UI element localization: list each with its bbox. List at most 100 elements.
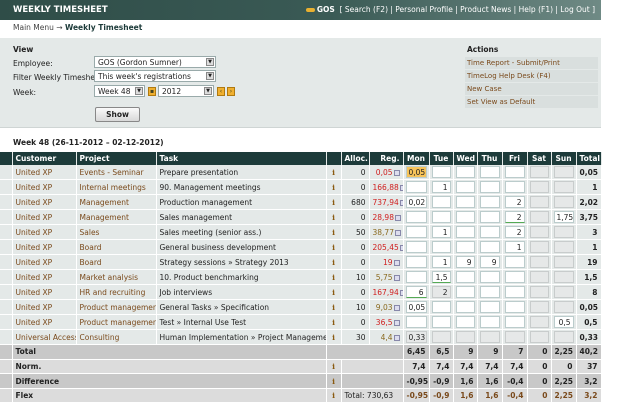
info-icon[interactable]: i: [326, 359, 342, 375]
hours-input-fri[interactable]: [504, 181, 525, 194]
hours-input-wed[interactable]: [455, 286, 475, 299]
hours-input-fri[interactable]: 2: [504, 211, 525, 224]
filter-select[interactable]: This week's registrations ▼: [94, 70, 216, 82]
hours-input-tue[interactable]: [431, 196, 451, 209]
hours-input-thu[interactable]: [479, 241, 500, 254]
expand-arrow-icon[interactable]: [393, 274, 400, 281]
expand-arrow-icon[interactable]: [393, 319, 400, 326]
row-gutter: [0, 194, 13, 211]
hours-input-tue[interactable]: 1,5: [431, 271, 451, 284]
hours-input-thu[interactable]: 9: [479, 256, 500, 269]
action-help-desk[interactable]: TimeLog Help Desk (F4): [465, 70, 598, 82]
info-icon[interactable]: i: [326, 388, 342, 403]
hours-input-tue[interactable]: 1: [431, 181, 451, 194]
breadcrumb-main-menu[interactable]: Main Menu: [13, 23, 54, 32]
employee-select[interactable]: GOS (Gordon Sumner) ▼: [94, 56, 216, 68]
info-icon[interactable]: i: [326, 194, 342, 211]
info-icon[interactable]: i: [326, 269, 342, 286]
show-button[interactable]: Show: [95, 107, 140, 122]
hours-input-thu[interactable]: [479, 226, 500, 239]
info-icon[interactable]: i: [326, 314, 342, 331]
action-set-default-view[interactable]: Set View as Default: [465, 96, 598, 108]
hours-input-wed[interactable]: [455, 241, 475, 254]
expand-arrow-icon[interactable]: [393, 334, 400, 341]
hours-input-fri[interactable]: [504, 256, 525, 269]
info-icon[interactable]: i: [326, 179, 342, 196]
info-icon[interactable]: i: [326, 239, 342, 256]
hours-input-thu[interactable]: [479, 271, 500, 284]
hours-input-tue[interactable]: 1: [431, 256, 451, 269]
info-icon[interactable]: i: [326, 224, 342, 241]
info-icon[interactable]: i: [326, 373, 342, 389]
week-select[interactable]: Week 48 ▼: [94, 85, 145, 97]
day-cell: 2: [502, 194, 528, 211]
expand-arrow-icon[interactable]: [393, 169, 400, 176]
hours-input-wed[interactable]: [455, 196, 475, 209]
hours-input-mon[interactable]: 6: [405, 286, 427, 299]
previous-week-button[interactable]: ‹: [217, 87, 225, 96]
hours-input-thu[interactable]: [479, 316, 500, 329]
expand-arrow-icon[interactable]: [393, 304, 400, 311]
hours-input-wed[interactable]: [455, 316, 475, 329]
hours-input-mon[interactable]: [405, 211, 427, 224]
hours-input-mon[interactable]: 0,02: [405, 196, 427, 209]
next-week-button[interactable]: ›: [227, 87, 235, 96]
task-cell: General business development: [156, 239, 327, 256]
calendar-icon[interactable]: ▪: [148, 87, 156, 96]
hours-input-wed[interactable]: [455, 181, 475, 194]
action-new-case[interactable]: New Case: [465, 83, 598, 95]
hours-input-mon[interactable]: [405, 316, 427, 329]
hours-input-mon[interactable]: [405, 271, 427, 284]
expand-arrow-icon[interactable]: [394, 229, 401, 236]
hours-input-tue[interactable]: [431, 211, 451, 224]
info-icon[interactable]: i: [326, 284, 342, 301]
hours-input-wed[interactable]: [455, 226, 475, 239]
expand-arrow-icon[interactable]: [394, 214, 401, 221]
hours-input-fri[interactable]: 1: [504, 241, 525, 254]
action-time-report[interactable]: Time Report - Submit/Print: [465, 57, 598, 69]
hours-input-tue[interactable]: [431, 166, 451, 179]
info-icon[interactable]: i: [326, 254, 342, 271]
hours-input-mon[interactable]: [405, 241, 427, 254]
hours-input-fri[interactable]: [504, 166, 525, 179]
hours-input-thu[interactable]: [479, 211, 500, 224]
hours-input-wed[interactable]: [455, 211, 475, 224]
hours-input-thu[interactable]: [479, 196, 500, 209]
hours-input-thu[interactable]: [479, 181, 500, 194]
row-gutter: [0, 209, 13, 226]
info-icon[interactable]: i: [326, 209, 342, 226]
hours-input-thu[interactable]: [479, 286, 500, 299]
hours-input-tue[interactable]: [431, 316, 451, 329]
info-icon[interactable]: i: [326, 165, 342, 181]
hours-input-mon[interactable]: 0,05: [405, 166, 427, 179]
hours-input-tue[interactable]: [431, 301, 451, 314]
hours-input-tue[interactable]: [431, 241, 451, 254]
hours-input-thu[interactable]: [479, 166, 500, 179]
hours-input-fri[interactable]: [504, 286, 525, 299]
hours-input-mon[interactable]: [405, 181, 427, 194]
info-icon[interactable]: i: [326, 329, 342, 346]
reg-cell: 36,5: [369, 314, 404, 331]
header-nav-links[interactable]: [ Search (F2) | Personal Profile | Produ…: [340, 5, 595, 14]
day-cell: 1: [429, 254, 454, 271]
hours-input-fri[interactable]: [504, 316, 525, 329]
hours-input-wed[interactable]: [455, 166, 475, 179]
hours-input-wed[interactable]: 9: [455, 256, 475, 269]
hours-input-fri[interactable]: [504, 301, 525, 314]
hours-input-mon[interactable]: [405, 256, 427, 269]
year-select[interactable]: 2012 ▼: [158, 85, 214, 97]
hours-input-fri[interactable]: [504, 271, 525, 284]
hours-input-tue[interactable]: 1: [431, 226, 451, 239]
hours-input-mon[interactable]: 0,05: [405, 301, 427, 314]
expand-arrow-icon[interactable]: [393, 259, 400, 266]
hours-input-mon[interactable]: [405, 226, 427, 239]
hours-input-sun[interactable]: 0,5: [553, 316, 574, 329]
hours-input-fri[interactable]: 2: [504, 196, 525, 209]
hours-input-sun[interactable]: 1,75: [553, 211, 574, 224]
hours-input-wed[interactable]: [455, 301, 475, 314]
hours-input-wed[interactable]: [455, 271, 475, 284]
hours-input-thu[interactable]: [479, 301, 500, 314]
header-links[interactable]: GOS [ Search (F2) | Personal Profile | P…: [305, 5, 595, 14]
info-icon[interactable]: i: [326, 299, 342, 316]
hours-input-fri[interactable]: 2: [504, 226, 525, 239]
